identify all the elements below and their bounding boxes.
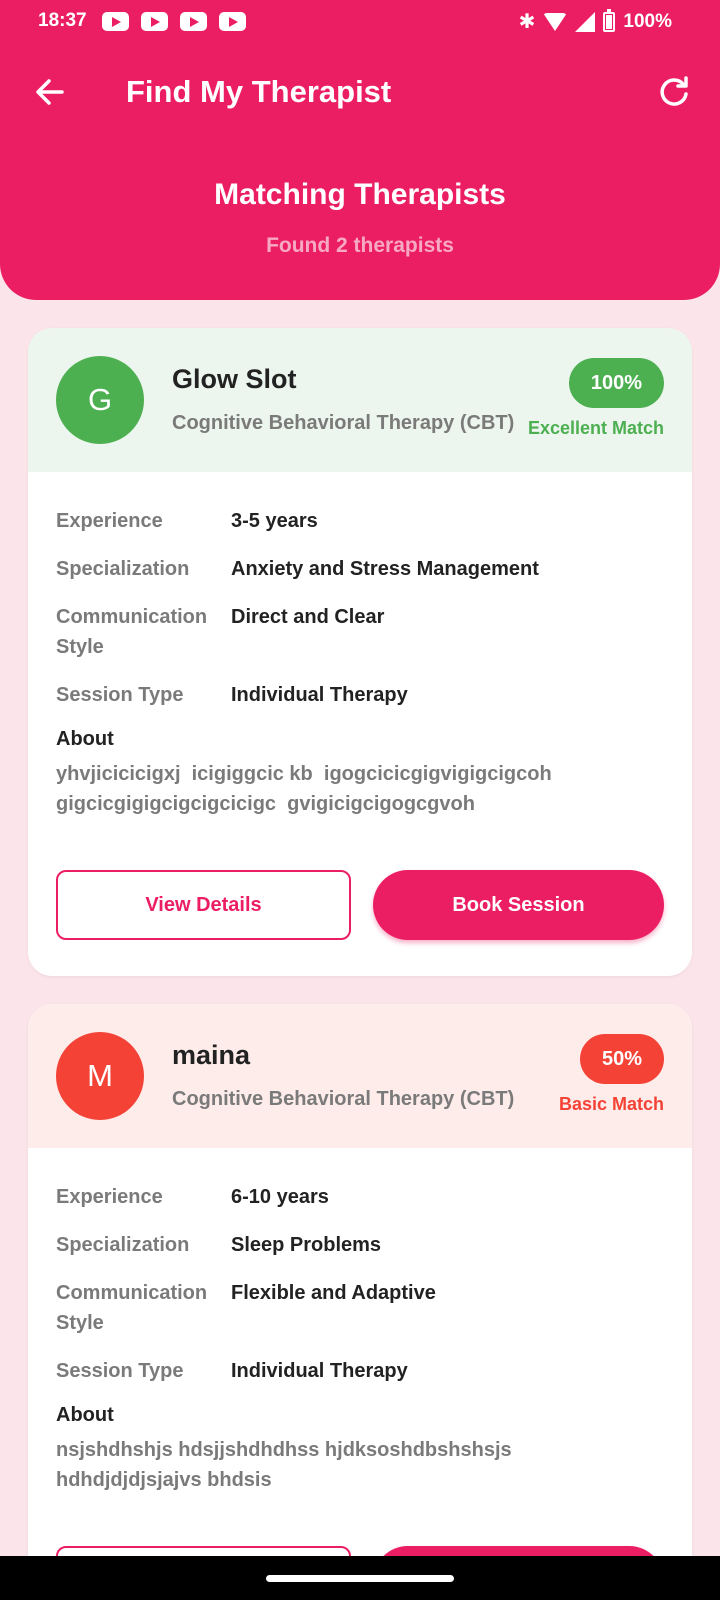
bluetooth-icon: ✱ bbox=[518, 11, 536, 33]
detail-label: Communication Style bbox=[56, 606, 208, 658]
app-bar: Find My Therapist bbox=[0, 56, 720, 128]
card-details: Experience 6-10 years Specialization Sle… bbox=[28, 1148, 692, 1495]
youtube-notification-icon bbox=[102, 12, 129, 31]
youtube-notification-icon bbox=[180, 12, 207, 31]
detail-value: Anxiety and Stress Management bbox=[231, 558, 539, 580]
detail-value: Sleep Problems bbox=[231, 1234, 382, 1256]
about-heading: About bbox=[56, 1404, 114, 1426]
card-details: Experience 3-5 years Specialization Anxi… bbox=[28, 472, 692, 819]
refresh-icon bbox=[660, 76, 688, 106]
therapist-card: G Glow Slot Cognitive Behavioral Therapy… bbox=[28, 328, 692, 976]
detail-label: Specialization bbox=[56, 1234, 190, 1256]
youtube-notification-icon bbox=[141, 12, 168, 31]
card-header: G Glow Slot Cognitive Behavioral Therapy… bbox=[28, 328, 692, 472]
back-button[interactable] bbox=[26, 68, 74, 116]
detail-label: Experience bbox=[56, 510, 163, 532]
therapy-type: Cognitive Behavioral Therapy (CBT) bbox=[172, 412, 515, 434]
therapist-name: Glow Slot bbox=[172, 364, 297, 394]
match-label: Excellent Match bbox=[527, 418, 664, 438]
detail-row-communication: Communication Style Direct and Clear bbox=[56, 602, 664, 662]
signal-icon bbox=[575, 11, 596, 32]
detail-value: Direct and Clear bbox=[231, 606, 385, 628]
view-details-button[interactable]: View Details bbox=[56, 870, 351, 940]
detail-value: 3-5 years bbox=[231, 510, 318, 532]
battery-percent: 100% bbox=[623, 10, 672, 32]
match-label: Basic Match bbox=[558, 1094, 664, 1114]
about-text: nsjshdhshjs hdsjjshdhdhss hjdksoshdbshsh… bbox=[56, 1439, 512, 1491]
detail-row-experience: Experience 3-5 years bbox=[56, 506, 664, 536]
therapist-name: maina bbox=[172, 1040, 251, 1070]
detail-label: Session Type bbox=[56, 1360, 184, 1382]
therapy-type: Cognitive Behavioral Therapy (CBT) bbox=[172, 1088, 515, 1110]
header-title: Matching Therapists bbox=[214, 178, 506, 211]
detail-row-session-type: Session Type Individual Therapy bbox=[56, 1356, 664, 1386]
status-time: 18:37 bbox=[38, 10, 87, 31]
notification-icons bbox=[102, 12, 246, 31]
detail-row-session-type: Session Type Individual Therapy bbox=[56, 680, 664, 710]
avatar: M bbox=[56, 1032, 144, 1120]
detail-label: Specialization bbox=[56, 558, 190, 580]
header-subtitle: Found 2 therapists bbox=[266, 234, 454, 257]
detail-row-experience: Experience 6-10 years bbox=[56, 1182, 664, 1212]
match-percent-badge: 100% bbox=[568, 358, 664, 408]
detail-label: Communication Style bbox=[56, 1282, 208, 1334]
youtube-notification-icon bbox=[219, 12, 246, 31]
refresh-button[interactable] bbox=[650, 68, 698, 116]
book-session-button[interactable]: Book Session bbox=[373, 870, 664, 940]
avatar: G bbox=[56, 356, 144, 444]
detail-row-communication: Communication Style Flexible and Adaptiv… bbox=[56, 1278, 664, 1338]
card-actions: View Details Book Session bbox=[56, 870, 664, 940]
status-bar: 18:37 ✱ 100% bbox=[0, 0, 720, 44]
card-header: M maina Cognitive Behavioral Therapy (CB… bbox=[28, 1004, 692, 1148]
page-title: Find My Therapist bbox=[126, 74, 392, 109]
detail-row-specialization: Specialization Anxiety and Stress Manage… bbox=[56, 554, 664, 584]
detail-value: Individual Therapy bbox=[231, 1360, 408, 1382]
detail-value: Flexible and Adaptive bbox=[231, 1282, 436, 1304]
wifi-icon bbox=[543, 12, 568, 31]
about-heading: About bbox=[56, 728, 114, 750]
status-right: ✱ 100% bbox=[518, 8, 672, 34]
detail-label: Session Type bbox=[56, 684, 184, 706]
arrow-left-icon bbox=[36, 79, 64, 105]
home-gesture-handle[interactable] bbox=[266, 1575, 454, 1582]
therapist-card: M maina Cognitive Behavioral Therapy (CB… bbox=[28, 1004, 692, 1600]
system-nav-bar bbox=[0, 1556, 720, 1600]
detail-value: Individual Therapy bbox=[231, 684, 408, 706]
about-text: yhvjicicicigxj icigiggcic kb igogcicicgi… bbox=[56, 763, 552, 815]
battery-icon bbox=[603, 8, 616, 32]
detail-value: 6-10 years bbox=[231, 1186, 329, 1208]
detail-label: Experience bbox=[56, 1186, 163, 1208]
match-percent-badge: 50% bbox=[579, 1034, 664, 1084]
header: 18:37 ✱ 100% Find My Therapist Matching … bbox=[0, 0, 720, 300]
detail-row-specialization: Specialization Sleep Problems bbox=[56, 1230, 664, 1260]
